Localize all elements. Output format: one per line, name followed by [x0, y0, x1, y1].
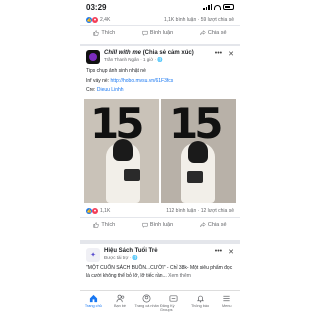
photo-2[interactable]: 15: [161, 98, 236, 203]
page-name[interactable]: Hiệu Sách Tuổi Trẻ: [104, 248, 215, 254]
reaction-count: 2,4K: [100, 16, 111, 23]
battery-icon: [223, 4, 234, 10]
previous-post-footer: 👍 ♥ 2,4K 1,1K bình luận · 59 lượt chia s…: [80, 14, 240, 44]
nav-menu[interactable]: Menu: [213, 294, 240, 308]
action-bar: Thích Bình luận Chia sẻ: [80, 216, 240, 232]
comment-button[interactable]: Bình luận: [142, 222, 173, 228]
bottom-nav: Trang chủ Bạn bè Trang cá nhân Đăng Ký G…: [80, 290, 240, 320]
balloon-number: 15: [90, 98, 144, 148]
like-label: Thích: [101, 30, 116, 36]
inf-line: Inf váy nè: http://hobo.mvsu.vn/61F3fcs: [86, 77, 174, 84]
comment-icon: [142, 222, 148, 228]
reaction-summary[interactable]: 👍 ♥ 2,4K: [86, 16, 111, 23]
post-header: Chill with me (Chia sẻ cảm xúc) Trần Tha…: [80, 46, 240, 64]
like-label: Thích: [101, 221, 116, 228]
share-button[interactable]: Chia sẻ: [200, 30, 227, 36]
reaction-bar: 👍 ♥ 2,4K 1,1K bình luận · 59 lượt chia s…: [80, 14, 240, 25]
post-header: ✦ Hiệu Sách Tuổi Trẻ Được tài trợ · 🌐 ••…: [80, 244, 240, 262]
friends-icon: [116, 294, 124, 303]
nav-label: Trang cá nhân: [134, 304, 159, 308]
sponsored-label: Được tài trợ ·: [104, 255, 133, 260]
share-label: Chia sẻ: [207, 221, 227, 228]
post-controls: ••• ✕: [215, 50, 234, 58]
post-title[interactable]: Chill with me (Chia sẻ cảm xúc): [104, 50, 215, 56]
nav-notifications[interactable]: Thông báo: [187, 294, 214, 308]
reaction-bar: 👍 ♥ 1,1K 112 bình luận · 12 lượt chia sẻ: [80, 205, 240, 217]
bell-icon: [196, 295, 204, 303]
group-suffix: (Chia sẻ cảm xúc): [142, 50, 194, 56]
photo-grid: 15 15: [80, 98, 240, 203]
wifi-icon: [214, 4, 221, 10]
share-icon: [200, 221, 206, 227]
phone-screen: 03:29 👍 ♥ 2,4K 1,1K bình luận · 59 lượt …: [80, 0, 240, 320]
photo-1[interactable]: 15: [84, 98, 159, 203]
nav-label: Đăng Ký Groups: [160, 304, 175, 312]
status-bar: 03:29: [80, 0, 240, 14]
action-bar: Thích Bình luận Chia sẻ: [80, 25, 240, 40]
comment-share-counts: 1,1K bình luận · 59 lượt chia sẻ: [163, 16, 234, 23]
like-button[interactable]: Thích: [93, 222, 115, 228]
thumbs-up-icon: [93, 30, 100, 36]
menu-icon: [223, 295, 230, 302]
nav-groups[interactable]: Đăng Ký Groups: [160, 294, 187, 312]
post-text: "MỘT CUỐN SÁCH BUỒN...CƯỜI" - Chỉ 38k- M…: [80, 265, 240, 280]
post-text: Tips chụp ảnh sinh nhật nè Inf váy nè: h…: [80, 67, 240, 96]
post-caption: Tips chụp ảnh sinh nhật nè: [86, 68, 146, 74]
more-options-icon[interactable]: •••: [215, 50, 222, 58]
main-post: Chill with me (Chia sẻ cảm xúc) Trần Tha…: [80, 46, 240, 240]
page-name[interactable]: Chill with me: [104, 50, 141, 56]
share-count[interactable]: 12 lượt chia sẻ: [201, 208, 234, 214]
share-label: Chia sẻ: [207, 30, 227, 36]
home-icon: [89, 294, 97, 303]
status-icons: [203, 4, 234, 10]
ad-text: "MỘT CUỐN SÁCH BUỒN...CƯỜI" - Chỉ 38k- M…: [86, 265, 233, 279]
inf-link[interactable]: http://hobo.mvsu.vn/61F3fcs: [110, 78, 173, 84]
close-icon[interactable]: ✕: [228, 248, 234, 256]
cre-link[interactable]: Dieuu Linhh: [97, 87, 124, 93]
share-button[interactable]: Chia sẻ: [200, 222, 227, 228]
more-options-icon[interactable]: •••: [215, 248, 222, 256]
nav-label: Thông báo: [190, 304, 210, 308]
nav-home[interactable]: Trang chủ: [80, 294, 107, 308]
post-controls: ••• ✕: [215, 248, 234, 256]
nav-label: Trang chủ: [84, 304, 102, 308]
author-time: Trần Thanh Ngân · 1 giờ ·: [104, 57, 158, 62]
share-count[interactable]: 59 lượt chia sẻ: [201, 17, 234, 23]
thumbs-up-icon: [93, 221, 100, 228]
comment-count[interactable]: 1,1K bình luận: [164, 17, 196, 23]
sponsored-post: ✦ Hiệu Sách Tuổi Trẻ Được tài trợ · 🌐 ••…: [80, 244, 240, 290]
heart-reaction-icon: ♥: [92, 16, 98, 23]
comment-label: Bình luận: [149, 221, 174, 228]
globe-icon: 🌐: [132, 255, 139, 260]
groups-icon: [169, 295, 178, 302]
bookmark-logo-icon: ✦: [90, 252, 96, 259]
reaction-summary[interactable]: 👍 ♥ 1,1K: [86, 207, 111, 214]
nav-label: Bạn bè: [113, 304, 127, 308]
status-time: 03:29: [86, 2, 107, 12]
signal-icon: [203, 4, 212, 10]
share-icon: [200, 30, 206, 35]
profile-icon: [142, 294, 151, 303]
page-avatar[interactable]: [86, 50, 100, 64]
like-button[interactable]: Thích: [93, 30, 115, 36]
reaction-count: 1,1K: [100, 207, 111, 214]
comment-label: Bình luận: [149, 30, 174, 36]
balloon-number: 15: [169, 98, 223, 148]
globe-icon: 🌐: [157, 57, 163, 62]
close-icon[interactable]: ✕: [228, 50, 234, 58]
nav-profile[interactable]: Trang cá nhân: [133, 294, 160, 308]
nav-label: Menu: [221, 304, 232, 308]
comment-count[interactable]: 112 bình luận: [166, 208, 196, 214]
cre-line: Cre: Dieuu Linhh: [86, 87, 124, 93]
comment-button[interactable]: Bình luận: [142, 30, 173, 36]
see-more-link[interactable]: Xem thêm: [168, 273, 191, 279]
post-meta: Được tài trợ · 🌐: [104, 255, 215, 261]
comment-icon: [142, 30, 148, 36]
nav-friends[interactable]: Bạn bè: [107, 294, 134, 308]
comment-share-counts: 112 bình luận · 12 lượt chia sẻ: [166, 207, 234, 214]
post-meta: Trần Thanh Ngân · 1 giờ · 🌐: [104, 57, 215, 63]
page-avatar[interactable]: ✦: [86, 248, 100, 262]
heart-reaction-icon: ♥: [92, 207, 98, 214]
